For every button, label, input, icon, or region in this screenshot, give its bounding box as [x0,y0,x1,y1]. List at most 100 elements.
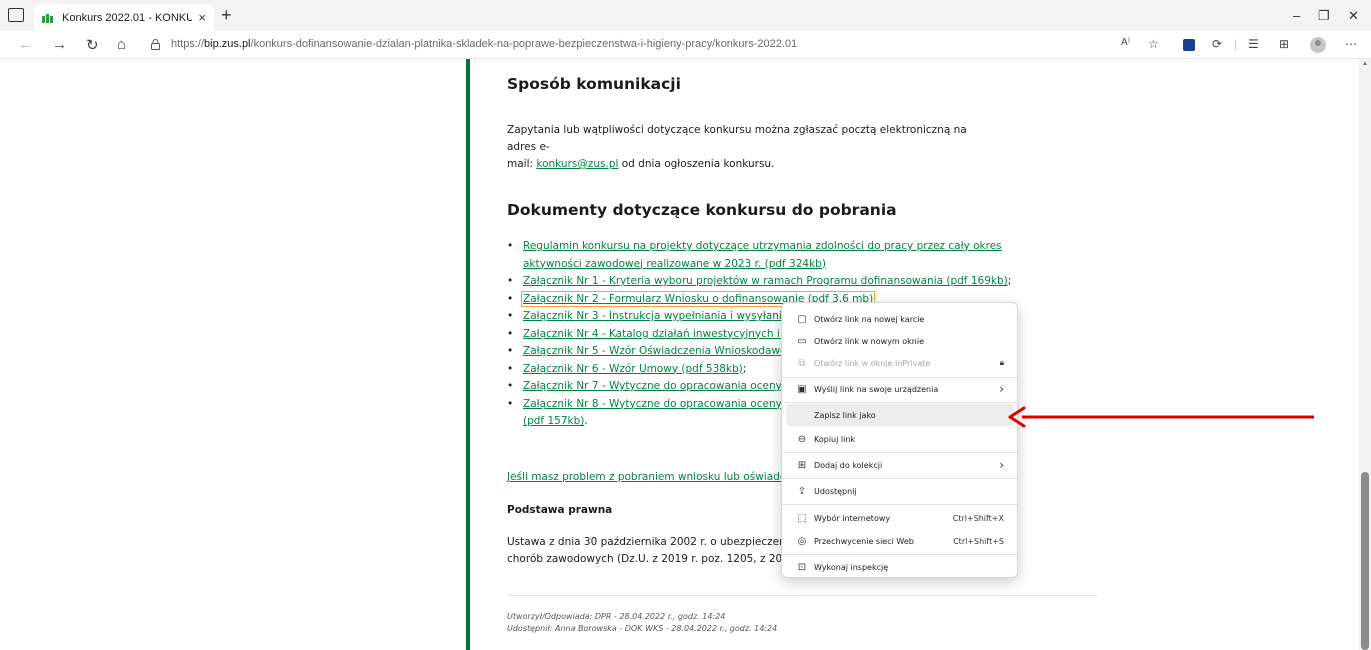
list-suffix: ; [1007,275,1012,287]
web-select-icon: ⬚ [797,512,807,524]
document-link[interactable]: Załącznik Nr 1 - Kryteria wyboru projekt… [523,275,1008,287]
menu-item-inspect[interactable]: ⊡ Wykonaj inspekcję [786,556,1014,578]
menu-item-label: Otwórz link w nowym oknie [814,336,924,346]
document-link[interactable]: Załącznik Nr 8 - Wytyczne do opracowania… [523,398,798,410]
menu-separator [782,478,1017,479]
meta-shared: Udostępnił: Anna Borowska - DOK WKS - 28… [507,624,778,633]
menu-separator [782,504,1017,505]
more-icon[interactable]: ⋯ [1345,37,1357,51]
menu-item-share[interactable]: ⇪ Udostępnij [786,480,1014,502]
scroll-up-icon[interactable]: ▲ [1362,61,1368,67]
document-link[interactable]: Regulamin konkursu na projekty dotyczące… [523,240,1002,252]
sync-icon[interactable]: ⟳ [1212,37,1222,51]
menu-item-save-link-as[interactable]: Zapisz link jako [786,404,1014,426]
email-link[interactable]: konkurs@zus.pl [536,158,618,170]
comm-text-line1: Zapytania lub wątpliwości dotyczące konk… [507,124,967,153]
menu-separator [782,554,1017,555]
comm-text-line2a: mail: [507,158,537,170]
favorites-list-icon[interactable]: ☰ [1248,37,1259,51]
menu-item-shortcut: Ctrl+Shift+X [952,513,1004,523]
menu-item-label: Otwórz link w oknie InPrivate [814,358,931,368]
lock-icon[interactable] [151,39,160,50]
menu-separator [782,402,1017,403]
tab-title: Konkurs 2022.01 - KONKURS Do [62,11,193,24]
lock-icon: 🔒︎ [999,358,1004,367]
divider [507,595,1097,596]
web-capture-icon: ◎ [797,535,807,547]
comm-heading: Sposób komunikacji [507,75,681,93]
comm-text-line2b: od dnia ogłoszenia konkursu. [618,158,775,170]
menu-separator [782,452,1017,453]
page-scrollbar[interactable]: ▲ [1359,59,1371,650]
menu-item-send-to-devices[interactable]: ▣ Wyślij link na swoje urządzenia › [786,378,1014,400]
tab-actions-icon[interactable] [8,8,24,22]
new-tab-button[interactable]: + [221,5,232,26]
share-icon: ⇪ [797,485,807,497]
list-suffix: ; [742,362,747,375]
comm-paragraph: Zapytania lub wątpliwości dotyczące konk… [507,122,977,173]
menu-item-add-to-collections[interactable]: ⊞ Dodaj do kolekcji › [786,454,1014,476]
legal-heading: Podstawa prawna [507,504,613,516]
menu-item-label: Otwórz link na nowej karcie [814,314,925,324]
menu-item-label: Wybór internetowy [814,513,891,523]
menu-item-web-capture[interactable]: ◎ Przechwycenie sieci Web Ctrl+Shift+S [786,530,1014,552]
document-link[interactable]: Załącznik Nr 6 - Wzór Umowy (pdf 538kb) [523,363,743,375]
home-icon[interactable]: ⌂ [117,36,126,53]
read-aloud-icon[interactable]: A⁾ [1121,37,1130,48]
url-path: /konkurs-dofinansowanie-dzialan-platnika… [250,38,798,50]
active-tab[interactable]: Konkurs 2022.01 - KONKURS Do × [34,4,214,31]
url-host: bip.zus.pl [204,38,251,50]
document-link-cont[interactable]: (pdf 157kb) [523,415,584,427]
new-window-icon: ▭ [797,335,807,347]
inprivate-icon: ⧉ [798,357,806,369]
list-item: Załącznik Nr 1 - Kryteria wyboru projekt… [507,273,1011,291]
menu-item-shortcut: Ctrl+Shift+S [953,536,1004,546]
link-icon: ⊖ [797,433,807,445]
meta-created: Utworzył/Odpowiada: DPR - 28.04.2022 r.,… [507,612,726,621]
toolbar-divider: | [1234,37,1238,51]
profile-icon[interactable] [1310,37,1326,53]
red-arrow-annotation [1008,406,1314,428]
back-icon[interactable]: ← [18,36,33,53]
document-link[interactable]: Załącznik Nr 3 - Instrukcja wypełniania … [523,310,802,322]
menu-item-label: Udostępnij [814,486,857,496]
document-link[interactable]: Załącznik Nr 7 - Wytyczne do opracowania… [523,380,796,392]
menu-item-copy-link[interactable]: ⊖ Kopiuj link [786,428,1014,450]
close-window-icon[interactable]: ✕ [1348,8,1359,24]
url-field[interactable]: https://bip.zus.pl/konkurs-dofinansowani… [171,38,797,50]
inspect-icon: ⊡ [797,561,807,573]
collections-icon: ⊞ [797,459,807,471]
extension-icon[interactable] [1183,39,1195,51]
tab-bar: Konkurs 2022.01 - KONKURS Do × + – ❐ ✕ [0,0,1371,31]
minimize-icon[interactable]: – [1293,8,1300,23]
scroll-thumb[interactable] [1361,472,1369,650]
menu-item-web-select[interactable]: ⬚ Wybór internetowy Ctrl+Shift+X [786,507,1014,529]
tab-close-icon[interactable]: × [198,10,206,25]
document-link[interactable]: Załącznik Nr 5 - Wzór Oświadczenia Wnios… [523,345,792,357]
menu-item-label: Wykonaj inspekcję [814,562,889,572]
menu-item-label: Przechwycenie sieci Web [814,536,914,546]
list-suffix: . [584,415,588,427]
refresh-icon[interactable]: ↻ [86,36,99,54]
chevron-right-icon: › [999,382,1004,396]
problem-link[interactable]: Jeśli masz problem z pobraniem wniosku l… [507,471,804,483]
docs-heading: Dokumenty dotyczące konkursu do pobrania [507,201,897,219]
favorites-icon[interactable]: ☆ [1148,37,1159,51]
collections-icon[interactable]: ⊞ [1279,37,1289,51]
restore-icon[interactable]: ❐ [1318,8,1330,24]
url-prefix: https:// [171,38,205,50]
send-to-devices-icon: ▣ [797,383,807,395]
menu-item-label: Dodaj do kolekcji [814,460,883,470]
forward-icon[interactable]: → [52,36,67,53]
zus-favicon-icon [42,13,53,23]
menu-item-open-inprivate: ⧉ Otwórz link w oknie InPrivate 🔒︎ [786,352,1014,374]
document-link[interactable]: Załącznik Nr 4 - Katalog działań inwesty… [523,328,801,340]
page-viewport: Sposób komunikacji Zapytania lub wątpliw… [0,59,1359,650]
address-bar: ← → ↻ ⌂ https://bip.zus.pl/konkurs-dofin… [0,31,1371,59]
menu-item-open-new-tab[interactable]: ▢ Otwórz link na nowej karcie [786,308,1014,330]
context-menu: ▢ Otwórz link na nowej karcie ▭ Otwórz l… [781,302,1018,578]
menu-item-label: Zapisz link jako [814,410,876,420]
legal-text-line2: chorób zawodowych (Dz.U. z 2019 r. poz. … [507,553,796,565]
document-link-cont[interactable]: aktywności zawodowej realizowane w 2023 … [523,258,826,270]
menu-item-open-new-window[interactable]: ▭ Otwórz link w nowym oknie [786,330,1014,352]
